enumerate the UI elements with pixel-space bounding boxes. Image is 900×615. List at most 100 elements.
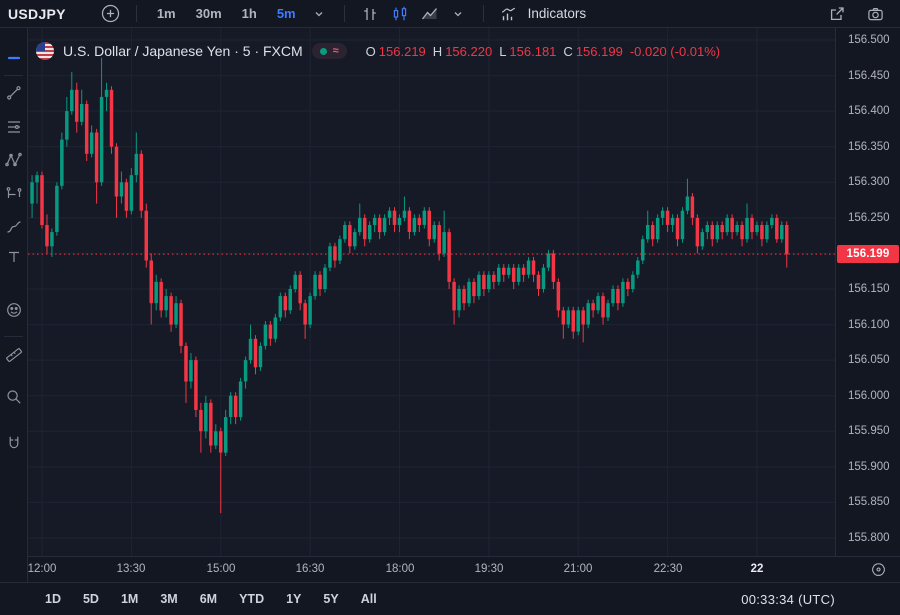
indicators-label[interactable]: Indicators [528,6,587,21]
xabcd-pattern-tool-button[interactable] [0,146,27,174]
time-tick-label: 12:00 [14,563,70,575]
forecast-icon [5,184,23,202]
candle-body [274,318,278,339]
candle-body [100,97,104,182]
external-link-icon [828,5,846,23]
candle-body [711,225,715,239]
market-status-pill[interactable]: ≈ [312,43,347,59]
utc-clock[interactable]: 00:33:34 (UTC) [741,592,835,607]
add-symbol-button[interactable] [98,3,124,25]
candle-body [323,268,327,289]
candle-body [462,289,466,303]
candle-body [75,90,79,122]
candle-body [398,218,402,225]
symbol-title[interactable]: U.S. Dollar / Japanese Yen · 5 · FXCM [63,43,303,59]
time-tick-label: 16:30 [282,563,338,575]
forecast-tool-button[interactable] [0,179,27,207]
candle-body [755,225,759,232]
time-axis[interactable]: 12:0013:3015:0016:3018:0019:3021:0022:30… [28,556,900,582]
text-tool-button[interactable] [0,243,27,271]
timeframe-1m[interactable]: 1m [149,3,184,25]
candlestick-chart[interactable] [28,28,835,556]
timeframe-30m[interactable]: 30m [188,3,230,25]
timeframe-1h[interactable]: 1h [234,3,265,25]
range-button-5d[interactable]: 5D [83,592,99,606]
range-button-all[interactable]: All [361,592,377,606]
low-value: 156.181 [509,44,556,59]
candle-body [641,239,645,260]
candle-body [65,111,69,140]
candle-body [393,211,397,225]
ohlc-readout: O156.219 H156.220 L156.181 C156.199 -0.0… [366,44,720,59]
candle-body [328,246,332,267]
candle-body [661,211,665,218]
zoom-icon [5,388,23,406]
candle-body [522,268,526,275]
time-tick-label: 13:30 [103,563,159,575]
symbol-name[interactable]: USDJPY [8,6,66,22]
range-button-3m[interactable]: 3M [160,592,177,606]
chevron-down-icon [452,8,464,20]
range-button-1d[interactable]: 1D [45,592,61,606]
candle-body [770,218,774,225]
candle-body [467,282,471,303]
candle-body [452,282,456,311]
candle-body [785,225,789,254]
chart-style-dropdown-button[interactable] [445,3,471,25]
candle-body [517,268,521,282]
plus-circle-icon [101,4,120,23]
candle-body [199,410,203,431]
area-style-button[interactable] [417,3,443,25]
trend-line-tool-button[interactable] [0,79,27,107]
axis-settings-button[interactable] [871,562,886,580]
candle-body [60,140,64,186]
tradingview-chart-window: USDJPY 1m 30m 1h 5m [0,0,900,615]
magnet-icon [5,434,23,452]
range-button-6m[interactable]: 6M [200,592,217,606]
range-button-5y[interactable]: 5Y [323,592,338,606]
candle-body [229,396,233,417]
candle-body [666,211,670,225]
range-button-1y[interactable]: 1Y [286,592,301,606]
candle-body [289,289,293,310]
timeframe-5m-active[interactable]: 5m [269,3,304,25]
candle-body [696,218,700,247]
zoom-tool-button[interactable] [0,383,27,411]
brush-tool-button[interactable] [0,213,27,241]
candle-body [621,282,625,303]
candle-body [149,261,153,304]
price-tick-label: 156.000 [848,389,890,403]
time-tick-label: 19:30 [461,563,517,575]
bars-style-icon [361,5,379,23]
candle-body [447,232,451,282]
candle-body [338,239,342,260]
crosshair-tool-button[interactable] [0,44,27,72]
candle-body [750,218,754,232]
fib-retracement-tool-button[interactable] [0,113,27,141]
price-tick-label: 155.800 [848,531,890,545]
bar-style-button[interactable] [357,3,383,25]
candle-body [701,232,705,246]
candle-style-button-active[interactable] [387,3,413,25]
candle-body [140,154,144,211]
close-label: C [563,44,572,59]
candle-body [418,218,422,225]
indicators-button[interactable] [496,3,522,25]
candle-body [572,310,576,331]
candle-body [348,225,352,246]
candle-body [760,225,764,239]
magnet-tool-button[interactable] [0,429,27,457]
candle-body [631,275,635,289]
open-in-new-window-button[interactable] [824,3,850,25]
price-tick-label: 156.100 [848,318,890,332]
range-button-1m[interactable]: 1M [121,592,138,606]
price-axis[interactable]: 156.199 156.500156.450156.400156.350156.… [835,28,900,556]
timeframe-dropdown-button[interactable] [306,3,332,25]
emoji-tool-button[interactable] [0,296,27,324]
range-button-ytd[interactable]: YTD [239,592,264,606]
candle-body [239,382,243,418]
ruler-tool-button[interactable] [0,341,27,369]
trend-line-icon [5,84,23,102]
close-value: 156.199 [576,44,623,59]
screenshot-button[interactable] [862,3,888,25]
